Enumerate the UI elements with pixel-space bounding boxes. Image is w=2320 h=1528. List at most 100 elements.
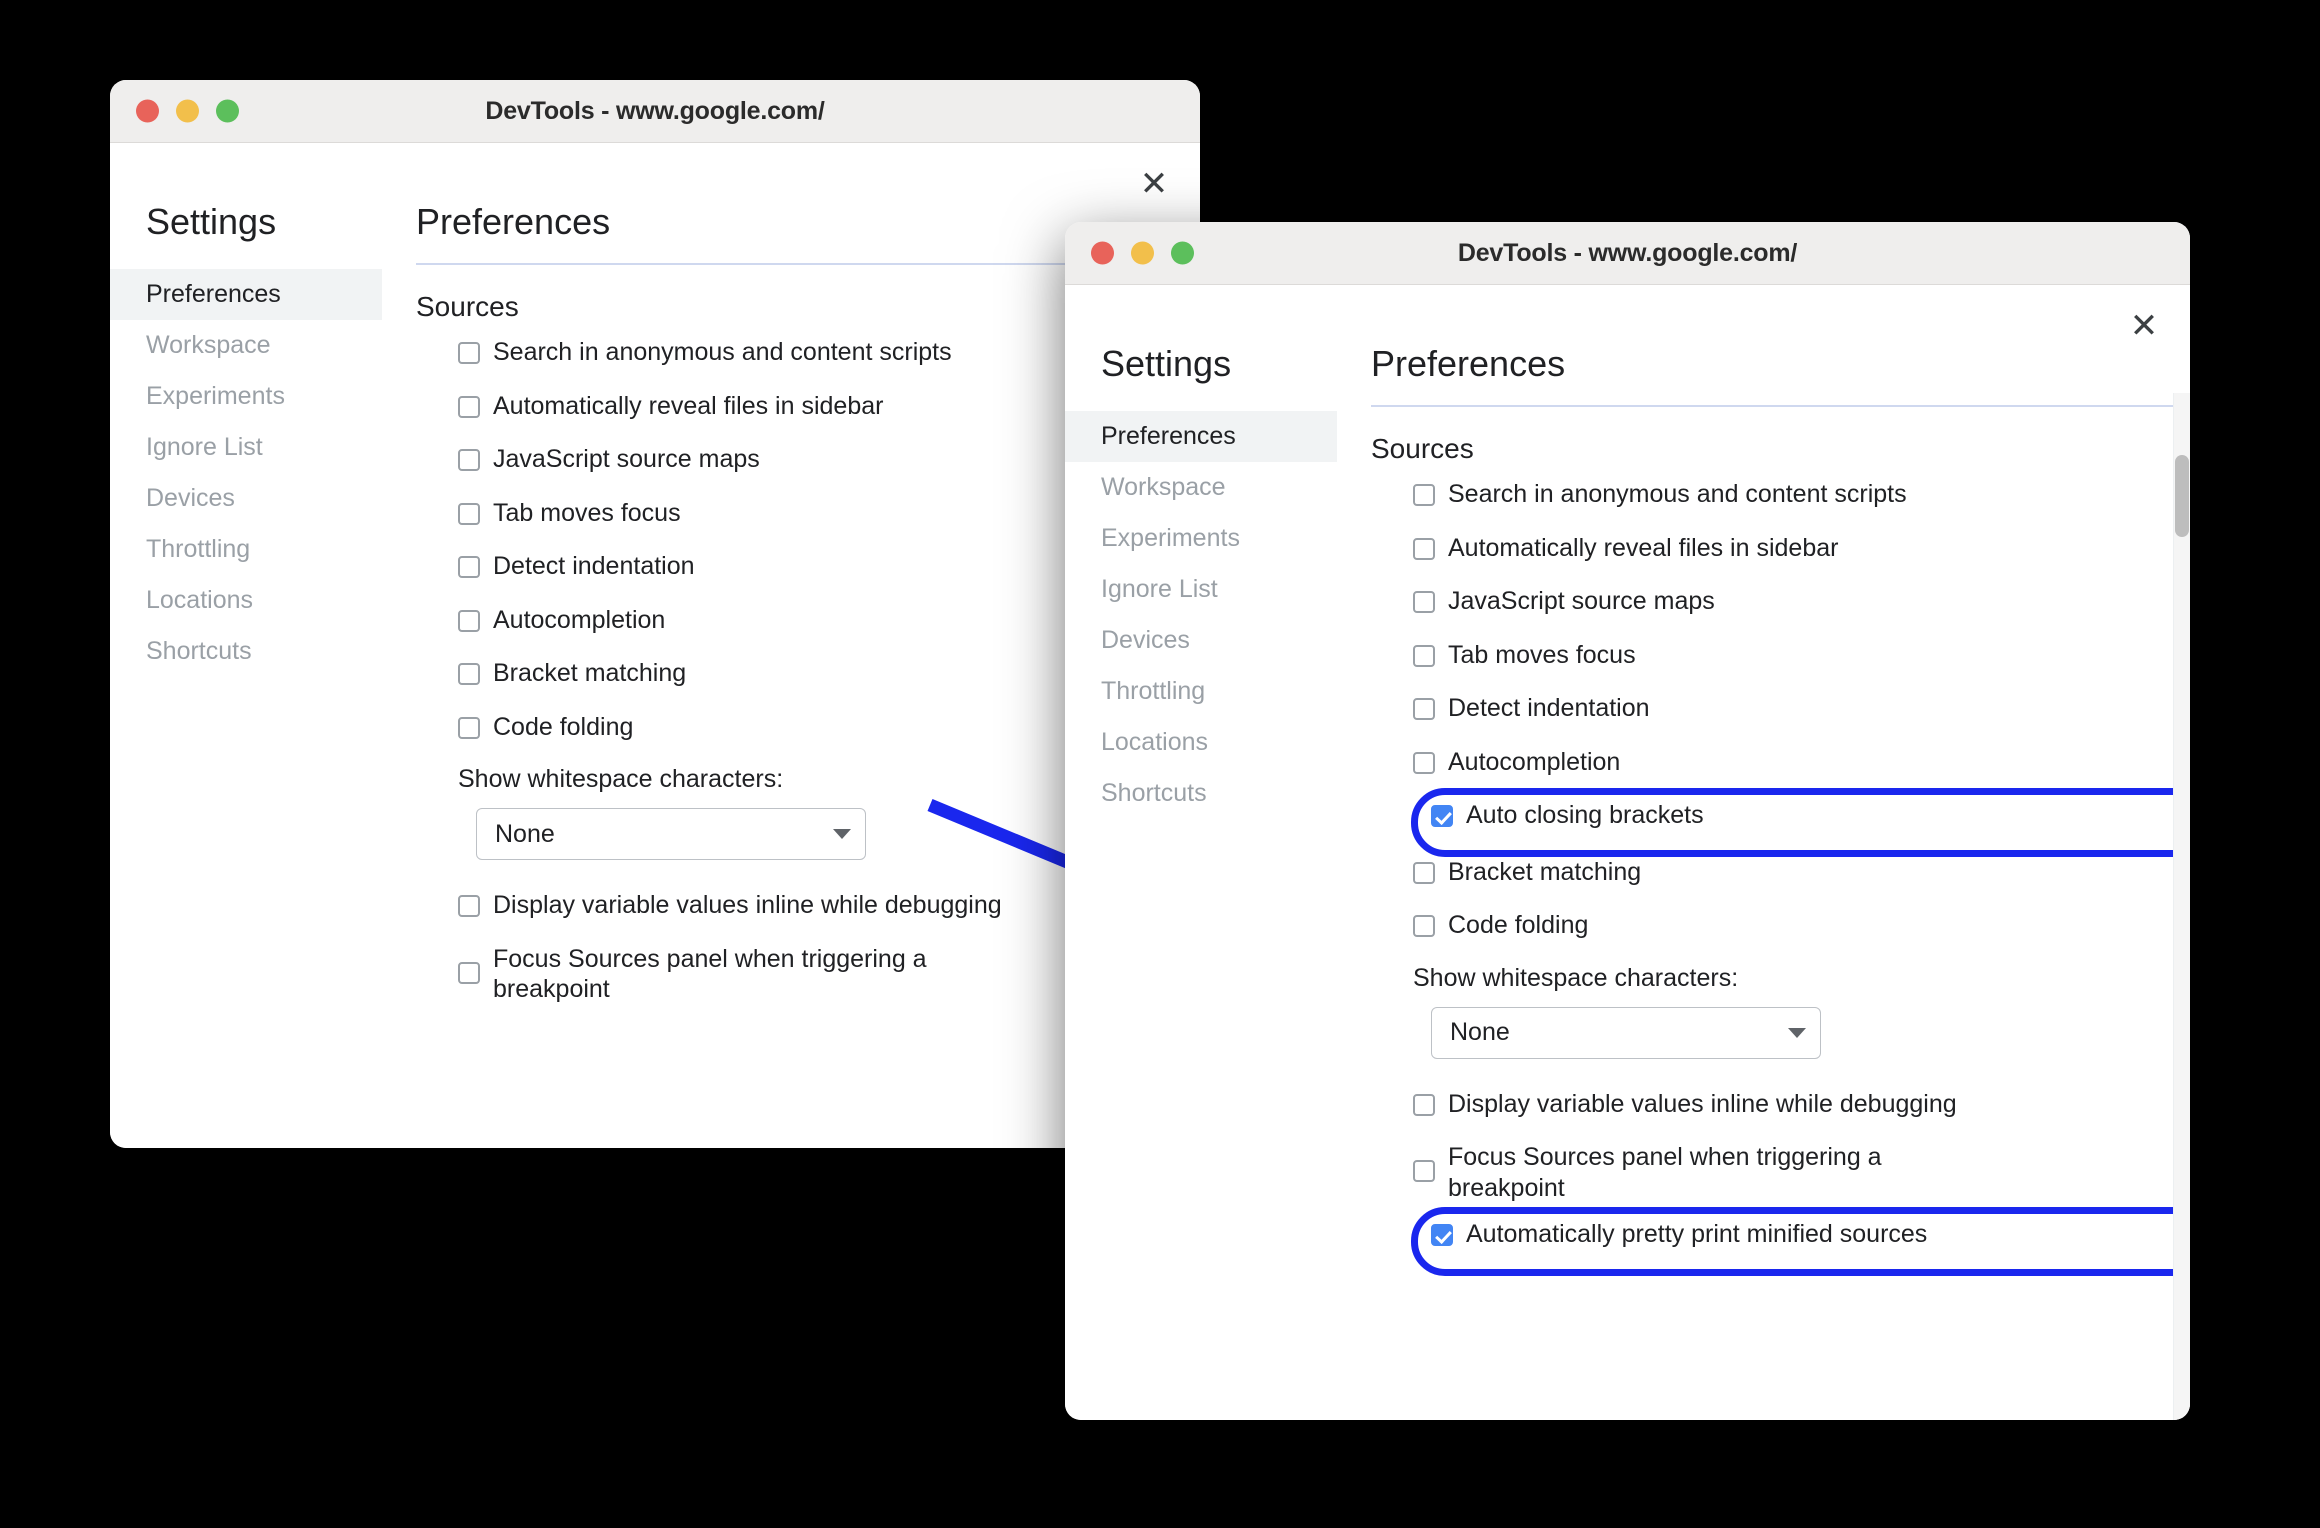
checkbox-icon[interactable] <box>1431 1224 1453 1246</box>
settings-sidebar: Settings Preferences Workspace Experimen… <box>110 143 382 1148</box>
sidebar-title: Settings <box>146 201 277 242</box>
option-search-anonymous-content-scripts[interactable]: Search in anonymous and content scripts <box>1413 479 2190 510</box>
sidebar-item-shortcuts[interactable]: Shortcuts <box>110 626 382 677</box>
whitespace-select[interactable]: None <box>476 808 866 860</box>
sidebar-item-experiments[interactable]: Experiments <box>1065 513 1337 564</box>
sidebar-item-throttling[interactable]: Throttling <box>1065 666 1337 717</box>
sidebar-item-preferences[interactable]: Preferences <box>110 269 382 320</box>
checkbox-icon[interactable] <box>1413 698 1435 720</box>
option-label: Search in anonymous and content scripts <box>1448 480 1907 508</box>
close-icon[interactable]: ✕ <box>1134 165 1174 205</box>
checkbox-icon[interactable] <box>1431 805 1453 827</box>
checkbox-icon[interactable] <box>458 716 480 739</box>
option-auto-closing-brackets[interactable]: Auto closing brackets <box>1431 800 2190 831</box>
window-title: DevTools - www.google.com/ <box>1457 238 1798 267</box>
checkbox-icon[interactable] <box>458 502 480 525</box>
option-label: Detect indentation <box>493 552 695 580</box>
maximize-window-icon[interactable] <box>216 99 239 123</box>
option-label: Autocompletion <box>493 605 666 634</box>
option-label: Bracket matching <box>493 659 687 687</box>
option-detect-indentation[interactable]: Detect indentation <box>1413 693 2190 724</box>
checkbox-icon[interactable] <box>1413 1093 1435 1116</box>
sidebar-item-label: Devices <box>1101 626 1190 654</box>
traffic-lights[interactable] <box>1091 241 1194 265</box>
checkbox-icon[interactable] <box>458 663 480 685</box>
close-window-icon[interactable] <box>136 99 159 123</box>
scrollbar-thumb[interactable] <box>2175 455 2189 537</box>
sidebar-item-preferences[interactable]: Preferences <box>1065 411 1337 462</box>
sidebar-item-label: Preferences <box>146 280 281 308</box>
option-auto-pretty-print-minified[interactable]: Automatically pretty print minified sour… <box>1431 1219 2190 1250</box>
option-tab-moves-focus[interactable]: Tab moves focus <box>1413 640 2190 671</box>
scrollbar-track[interactable] <box>2173 393 2190 1420</box>
option-autocompletion[interactable]: Autocompletion <box>1413 747 2190 778</box>
sidebar-item-label: Locations <box>146 586 254 614</box>
sidebar-item-ignore-list[interactable]: Ignore List <box>110 422 382 473</box>
sidebar-item-label: Workspace <box>146 331 271 359</box>
option-label: JavaScript source maps <box>493 445 760 473</box>
option-label: Focus Sources panel when triggering a br… <box>493 944 927 1004</box>
devtools-window-back[interactable]: DevTools - www.google.com/ Settings Pref… <box>110 80 1200 1148</box>
sidebar-item-label: Workspace <box>1101 473 1226 501</box>
checkbox-icon[interactable] <box>1413 484 1435 506</box>
option-label: Automatically pretty print minified sour… <box>1466 1220 1928 1248</box>
checkbox-icon[interactable] <box>1413 591 1435 613</box>
page-title: Preferences <box>1371 343 1566 384</box>
devtools-window-front[interactable]: DevTools - www.google.com/ Settings Pref… <box>1065 222 2190 1420</box>
close-window-icon[interactable] <box>1091 241 1114 265</box>
option-display-variable-values-inline[interactable]: Display variable values inline while deb… <box>1413 1089 2190 1120</box>
option-focus-sources-panel-breakpoint[interactable]: Focus Sources panel when triggering a br… <box>1413 1142 2190 1203</box>
sidebar-item-experiments[interactable]: Experiments <box>110 371 382 422</box>
traffic-lights[interactable] <box>136 99 239 123</box>
checkbox-icon[interactable] <box>458 395 480 418</box>
checkbox-icon[interactable] <box>1413 751 1435 774</box>
sidebar-item-throttling[interactable]: Throttling <box>110 524 382 575</box>
sidebar-item-label: Experiments <box>1101 524 1240 552</box>
whitespace-select[interactable]: None <box>1431 1006 1821 1059</box>
option-code-folding[interactable]: Code folding <box>1413 910 2190 941</box>
maximize-window-icon[interactable] <box>1171 241 1194 265</box>
sidebar-item-label: Shortcuts <box>1101 779 1207 807</box>
sidebar-item-label: Shortcuts <box>146 637 252 665</box>
screenshot-stage: DevTools - www.google.com/ Settings Pref… <box>0 0 2320 1528</box>
close-icon[interactable]: ✕ <box>2124 307 2164 347</box>
option-label: JavaScript source maps <box>1448 587 1715 615</box>
sidebar-item-workspace[interactable]: Workspace <box>1065 462 1337 513</box>
checkbox-icon[interactable] <box>1413 644 1435 667</box>
sidebar-item-devices[interactable]: Devices <box>110 473 382 524</box>
option-label: Search in anonymous and content scripts <box>493 338 952 366</box>
minimize-window-icon[interactable] <box>1131 241 1154 265</box>
checkbox-icon[interactable] <box>458 449 480 471</box>
checkbox-icon[interactable] <box>458 895 480 917</box>
whitespace-select-value: None <box>495 819 555 848</box>
option-label: Tab moves focus <box>1448 640 1636 669</box>
window-titlebar[interactable]: DevTools - www.google.com/ <box>1065 222 2190 285</box>
sidebar-item-workspace[interactable]: Workspace <box>110 320 382 371</box>
checkbox-icon[interactable] <box>1413 915 1435 937</box>
option-auto-reveal-files[interactable]: Automatically reveal files in sidebar <box>1413 533 2190 564</box>
option-bracket-matching[interactable]: Bracket matching <box>1413 857 2190 888</box>
window-titlebar[interactable]: DevTools - www.google.com/ <box>110 80 1200 143</box>
minimize-window-icon[interactable] <box>176 99 199 123</box>
sidebar-item-locations[interactable]: Locations <box>1065 717 1337 768</box>
sidebar-item-locations[interactable]: Locations <box>110 575 382 626</box>
option-label: Code folding <box>493 712 634 741</box>
checkbox-icon[interactable] <box>1413 537 1435 560</box>
sidebar-item-label: Devices <box>146 484 235 512</box>
sidebar-item-shortcuts[interactable]: Shortcuts <box>1065 768 1337 819</box>
chevron-down-icon <box>833 829 851 839</box>
checkbox-icon[interactable] <box>1413 1160 1435 1182</box>
sidebar-item-label: Preferences <box>1101 422 1236 450</box>
checkbox-icon[interactable] <box>458 609 480 632</box>
checkbox-icon[interactable] <box>458 961 480 984</box>
sidebar-item-devices[interactable]: Devices <box>1065 615 1337 666</box>
checkbox-icon[interactable] <box>458 342 480 364</box>
checkbox-icon[interactable] <box>1413 861 1435 884</box>
settings-sidebar: Settings Preferences Workspace Experimen… <box>1065 285 1337 1420</box>
option-label: Auto closing brackets <box>1466 801 1704 829</box>
checkbox-icon[interactable] <box>458 556 480 578</box>
sidebar-item-ignore-list[interactable]: Ignore List <box>1065 564 1337 615</box>
sidebar-item-label: Throttling <box>146 535 251 563</box>
chevron-down-icon <box>1788 1027 1806 1038</box>
option-javascript-source-maps[interactable]: JavaScript source maps <box>1413 586 2190 617</box>
